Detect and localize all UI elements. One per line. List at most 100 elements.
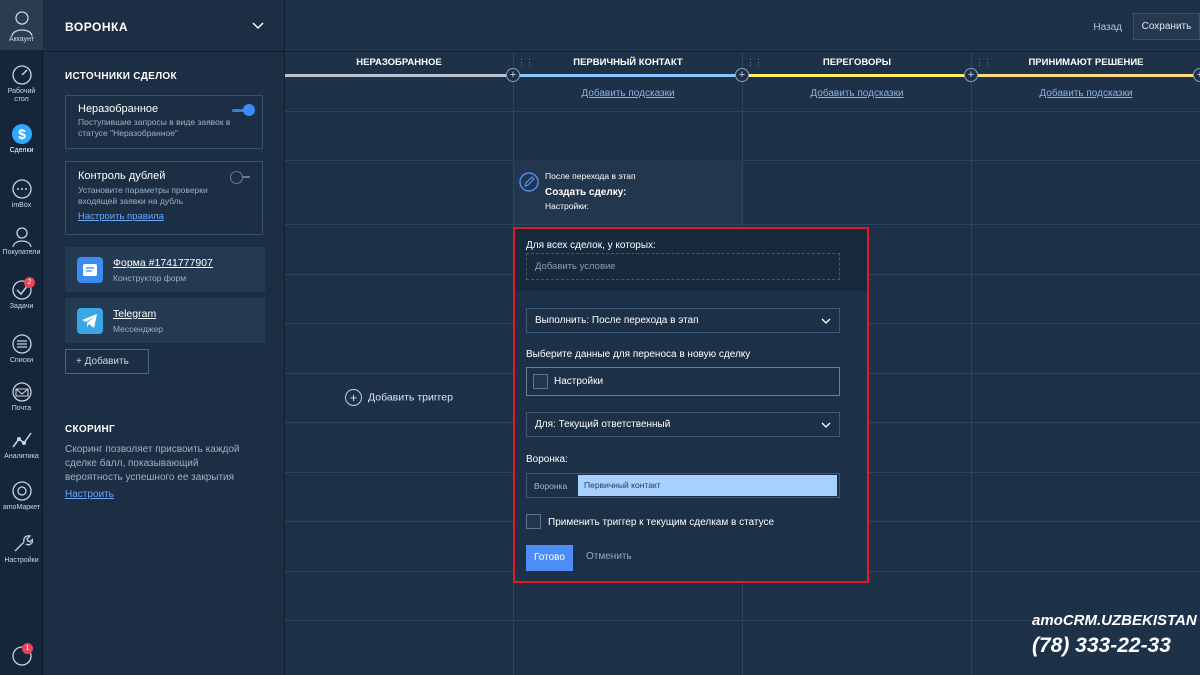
telegram-title: Telegram <box>113 308 157 320</box>
form-sub: Конструктор форм <box>113 273 187 283</box>
rail-item-customers[interactable]: Покупатели <box>0 225 43 257</box>
add-trigger-button[interactable]: + Добавить триггер <box>345 389 453 406</box>
scoring-title: СКОРИНГ <box>65 424 115 435</box>
funnel-inner-label: Воронка <box>534 481 568 491</box>
scoring-text: Скоринг позволяет присвоить каждой сделк… <box>65 444 240 483</box>
column-title: ПРИНИМАЮТ РЕШЕНИЕ <box>1028 57 1144 68</box>
transfer-label: Выберите данные для переноса в новую сде… <box>526 349 751 360</box>
drag-handle-icon[interactable]: ⋮⋮ <box>975 57 992 68</box>
form-icon <box>77 257 103 283</box>
lists-icon <box>11 334 32 354</box>
source-telegram[interactable]: Telegram Мессенджер <box>65 298 265 343</box>
responsible-value: Для: Текущий ответственный <box>535 419 671 430</box>
back-link[interactable]: Назад <box>1093 22 1122 33</box>
column-color-bar <box>514 74 742 77</box>
trigger-action: Создать сделку: <box>545 187 627 198</box>
rail-item-tasks[interactable]: 2 Задачи <box>0 277 43 311</box>
rail-item-market[interactable]: amoМаркет <box>0 480 43 512</box>
chevron-down-icon[interactable] <box>251 19 265 33</box>
add-hints-link[interactable]: Добавить подсказки <box>972 88 1200 99</box>
settings-transfer-field[interactable]: Настройки <box>526 367 840 396</box>
column-header-unsorted[interactable]: НЕРАЗОБРАННОЕ <box>285 52 513 77</box>
row-divider <box>285 111 1200 112</box>
chevron-down-icon <box>821 318 831 324</box>
analytics-icon <box>11 432 32 448</box>
column-header-decision[interactable]: ПРИНИМАЮТ РЕШЕНИЕ <box>972 52 1200 77</box>
add-condition-field[interactable]: Добавить условие <box>526 253 840 280</box>
rail-item-imbox[interactable]: imBox <box>0 178 43 210</box>
rail-item-deals[interactable]: $ Сделки <box>0 123 43 155</box>
apply-existing-checkbox[interactable] <box>526 514 541 529</box>
edit-trigger-icon <box>519 172 539 192</box>
funnel-stage-value[interactable]: Первичный контакт <box>578 475 837 496</box>
rail-item-lists[interactable]: Списки <box>0 333 43 365</box>
account-button[interactable]: Аккаунт <box>0 0 43 50</box>
unsorted-toggle[interactable] <box>232 104 255 116</box>
add-stage-button[interactable]: + <box>506 68 520 82</box>
add-source-button[interactable]: + Добавить <box>65 349 149 374</box>
dashboard-icon <box>11 65 32 85</box>
duplicates-toggle[interactable] <box>230 171 250 184</box>
unsorted-title: Неразобранное <box>78 103 159 115</box>
condition-section: Для всех сделок, у которых: Добавить усл… <box>515 229 867 291</box>
svg-text:$: $ <box>18 126 26 142</box>
account-label: Аккаунт <box>8 36 35 43</box>
add-hints-link[interactable]: Добавить подсказки <box>743 88 971 99</box>
avatar-icon <box>10 11 33 37</box>
done-button[interactable]: Готово <box>526 545 573 571</box>
panel-header: ВОРОНКА <box>43 0 285 52</box>
rail-label: Покупатели <box>2 249 41 256</box>
rail-item-analytics[interactable]: Аналитика <box>0 429 43 461</box>
add-stage-button[interactable]: + <box>964 68 978 82</box>
add-stage-button[interactable]: + <box>1193 68 1200 82</box>
responsible-select[interactable]: Для: Текущий ответственный <box>526 412 840 437</box>
sources-title: ИСТОЧНИКИ СДЕЛОК <box>65 71 177 82</box>
execute-select[interactable]: Выполнить: После перехода в этап <box>526 308 840 333</box>
add-hints-link[interactable]: Добавить подсказки <box>514 88 742 99</box>
drag-handle-icon[interactable]: ⋮⋮ <box>746 57 763 68</box>
chevron-down-icon <box>821 422 831 428</box>
rail-label: Настройки <box>4 557 39 564</box>
column-header-primary-contact[interactable]: ПЕРВИЧНЫЙ КОНТАКТ <box>514 52 742 77</box>
scoring-link[interactable]: Настроить <box>65 489 114 500</box>
rail-label: imBox <box>11 202 32 209</box>
execute-value: Выполнить: После перехода в этап <box>535 315 699 326</box>
unsorted-desc: Поступившие запросы в виде заявок в стат… <box>78 117 231 138</box>
rail-label: Списки <box>9 357 34 364</box>
column-color-bar <box>285 74 513 77</box>
funnel-settings-panel: ВОРОНКА ИСТОЧНИКИ СДЕЛОК Неразобранное П… <box>43 0 285 675</box>
column-color-bar <box>743 74 971 77</box>
drag-handle-icon[interactable]: ⋮⋮ <box>517 57 534 68</box>
funnel-label: Воронка: <box>526 454 568 465</box>
settings-checkbox[interactable] <box>533 374 548 389</box>
duplicates-desc: Установите параметры проверки входящей з… <box>78 185 208 206</box>
board-topbar: Назад Сохранить <box>285 0 1200 52</box>
funnel-select[interactable]: Воронка Первичный контакт <box>526 473 840 498</box>
rail-label: Рабочий стол <box>7 88 36 103</box>
customers-icon <box>11 227 32 247</box>
settings-field-label: Настройки <box>554 376 604 387</box>
rail-label: Почта <box>11 405 32 412</box>
form-title: Форма #1741777907 <box>113 257 213 269</box>
trigger-card[interactable]: После перехода в этап Создать сделку: На… <box>514 160 742 224</box>
telegram-sub: Мессенджер <box>113 324 163 334</box>
cancel-button[interactable]: Отменить <box>586 551 632 562</box>
plus-circle-icon: + <box>345 389 362 406</box>
add-trigger-label: Добавить триггер <box>368 391 453 404</box>
duplicates-card: Контроль дублей Установите параметры про… <box>65 161 263 235</box>
duplicates-rules-link[interactable]: Настроить правила <box>78 211 164 222</box>
save-button[interactable]: Сохранить <box>1133 13 1200 40</box>
watermark-brand: amoCRM.UZBEKISTAN <box>1032 612 1197 629</box>
add-stage-button[interactable]: + <box>735 68 749 82</box>
row-divider <box>285 160 1200 161</box>
column-title: ПЕРВИЧНЫЙ КОНТАКТ <box>573 57 683 68</box>
tasks-badge: 2 <box>24 277 35 288</box>
rail-item-support[interactable]: 1 <box>0 643 43 669</box>
telegram-icon <box>77 308 103 334</box>
rail-item-settings[interactable]: Настройки <box>0 533 43 565</box>
rail-item-dashboard[interactable]: Рабочий стол <box>0 64 43 104</box>
column-header-negotiations[interactable]: ПЕРЕГОВОРЫ <box>743 52 971 77</box>
chat-icon <box>11 179 32 199</box>
rail-item-mail[interactable]: Почта <box>0 381 43 413</box>
source-form[interactable]: Форма #1741777907 Конструктор форм <box>65 247 265 292</box>
